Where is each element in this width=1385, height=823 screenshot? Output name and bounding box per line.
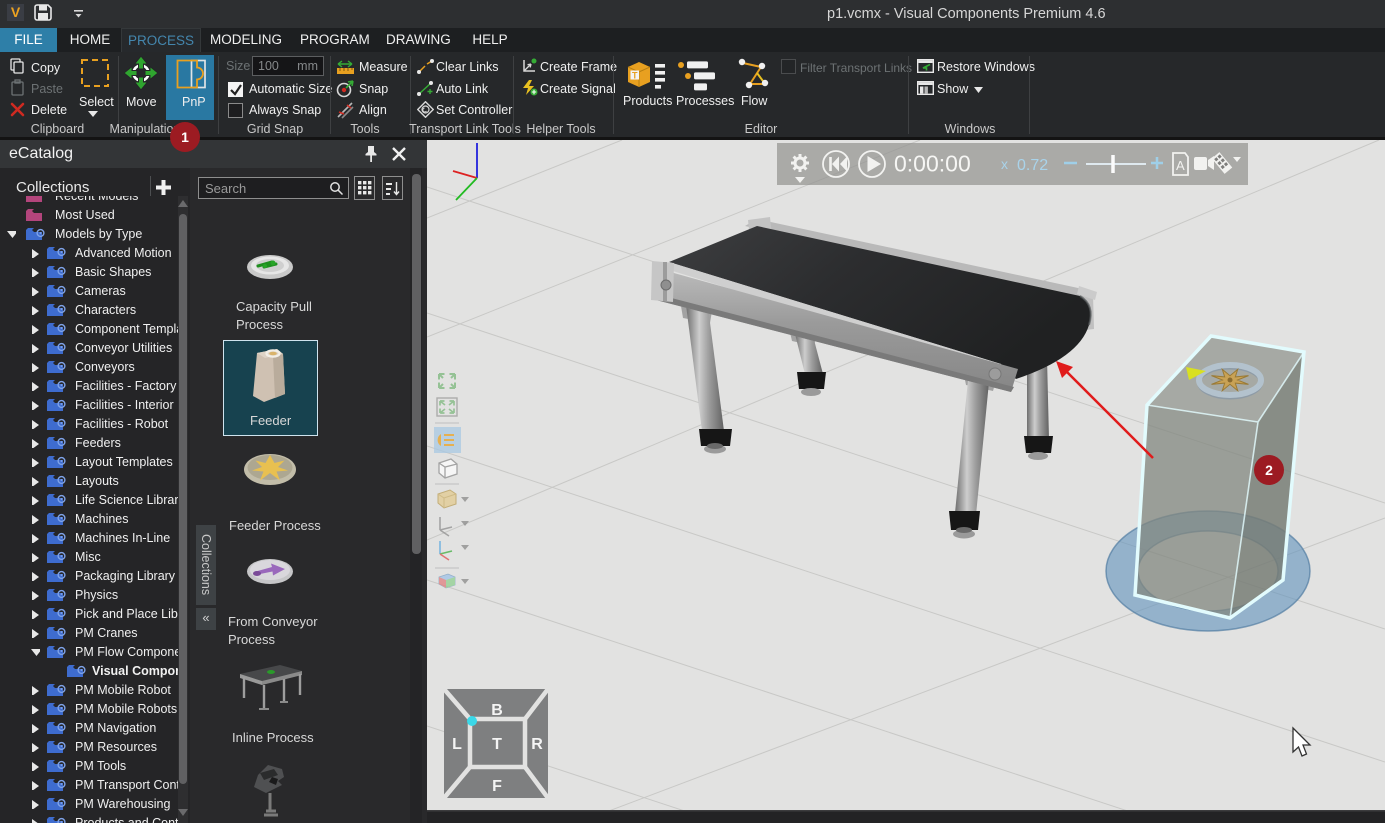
svg-text:0:00:00: 0:00:00 [894, 151, 971, 177]
svg-text:A: A [1176, 158, 1185, 173]
svg-text:T: T [632, 71, 638, 81]
svg-text:T: T [492, 736, 502, 753]
svg-text:F: F [492, 778, 502, 795]
svg-text:L: L [452, 736, 462, 753]
svg-text:B: B [491, 702, 503, 719]
svg-text:x: x [1001, 156, 1008, 172]
svg-text:0.72: 0.72 [1017, 157, 1048, 174]
svg-text:R: R [531, 736, 543, 753]
